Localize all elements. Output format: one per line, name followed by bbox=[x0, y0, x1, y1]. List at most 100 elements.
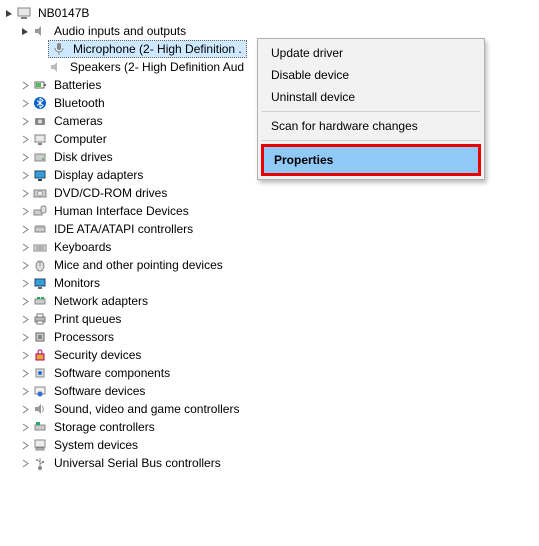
node-label: Universal Serial Bus controllers bbox=[52, 455, 223, 471]
keyboard-icon bbox=[32, 239, 48, 255]
expand-arrow-closed[interactable] bbox=[18, 366, 32, 380]
root-label: NB0147B bbox=[36, 5, 91, 21]
expand-arrow-closed[interactable] bbox=[18, 204, 32, 218]
expand-arrow-closed[interactable] bbox=[18, 384, 32, 398]
node-label: System devices bbox=[52, 437, 140, 453]
node-label: IDE ATA/ATAPI controllers bbox=[52, 221, 195, 237]
battery-icon bbox=[32, 77, 48, 93]
tree-node-mice[interactable]: Mice and other pointing devices bbox=[0, 256, 539, 274]
computer-icon bbox=[16, 5, 32, 21]
tree-node-dvd[interactable]: DVD/CD-ROM drives bbox=[0, 184, 539, 202]
expand-arrow-closed[interactable] bbox=[18, 96, 32, 110]
node-label: Audio inputs and outputs bbox=[52, 23, 188, 39]
tree-node-hid[interactable]: Human Interface Devices bbox=[0, 202, 539, 220]
computer-icon bbox=[32, 131, 48, 147]
tree-node-print[interactable]: Print queues bbox=[0, 310, 539, 328]
node-label: Human Interface Devices bbox=[52, 203, 191, 219]
security-icon bbox=[32, 347, 48, 363]
menu-scan-hardware[interactable]: Scan for hardware changes bbox=[261, 115, 481, 137]
highlight-box: Properties bbox=[261, 144, 481, 176]
menu-separator bbox=[262, 111, 480, 112]
node-label: Display adapters bbox=[52, 167, 145, 183]
expand-arrow-closed[interactable] bbox=[18, 168, 32, 182]
leaf-label: Speakers (2- High Definition Aud bbox=[68, 59, 246, 75]
node-label: Computer bbox=[52, 131, 109, 147]
printer-icon bbox=[32, 311, 48, 327]
node-label: Software devices bbox=[52, 383, 147, 399]
expand-arrow-closed[interactable] bbox=[18, 222, 32, 236]
node-label: Cameras bbox=[52, 113, 105, 129]
node-label: Print queues bbox=[52, 311, 123, 327]
expand-arrow-closed[interactable] bbox=[18, 330, 32, 344]
usb-icon bbox=[32, 455, 48, 471]
camera-icon bbox=[32, 113, 48, 129]
expand-arrow-closed[interactable] bbox=[18, 294, 32, 308]
node-label: Network adapters bbox=[52, 293, 150, 309]
expand-arrow-closed[interactable] bbox=[18, 276, 32, 290]
storage-icon bbox=[32, 419, 48, 435]
component-icon bbox=[32, 365, 48, 381]
expand-arrow-closed[interactable] bbox=[18, 186, 32, 200]
ide-icon bbox=[32, 221, 48, 237]
node-label: Processors bbox=[52, 329, 116, 345]
mouse-icon bbox=[32, 257, 48, 273]
tree-node-sound[interactable]: Sound, video and game controllers bbox=[0, 400, 539, 418]
tree-node-storage[interactable]: Storage controllers bbox=[0, 418, 539, 436]
expand-arrow-closed[interactable] bbox=[18, 132, 32, 146]
tree-node-usb[interactable]: Universal Serial Bus controllers bbox=[0, 454, 539, 472]
expand-arrow-open[interactable] bbox=[2, 6, 16, 20]
node-label: Bluetooth bbox=[52, 95, 107, 111]
cpu-icon bbox=[32, 329, 48, 345]
node-label: Software components bbox=[52, 365, 172, 381]
expand-arrow-closed[interactable] bbox=[18, 78, 32, 92]
node-label: Security devices bbox=[52, 347, 143, 363]
node-label: DVD/CD-ROM drives bbox=[52, 185, 169, 201]
sound-icon bbox=[32, 401, 48, 417]
node-label: Mice and other pointing devices bbox=[52, 257, 225, 273]
display-adapter-icon bbox=[32, 167, 48, 183]
expand-arrow-open[interactable] bbox=[18, 24, 32, 38]
expand-arrow-closed[interactable] bbox=[18, 240, 32, 254]
hid-icon bbox=[32, 203, 48, 219]
microphone-icon bbox=[51, 41, 67, 57]
expand-arrow-closed[interactable] bbox=[18, 114, 32, 128]
monitor-icon bbox=[32, 275, 48, 291]
expand-arrow-closed[interactable] bbox=[18, 438, 32, 452]
tree-node-network[interactable]: Network adapters bbox=[0, 292, 539, 310]
tree-root[interactable]: NB0147B bbox=[0, 4, 539, 22]
menu-properties[interactable]: Properties bbox=[264, 147, 478, 173]
expand-arrow-closed[interactable] bbox=[18, 150, 32, 164]
expand-arrow-closed[interactable] bbox=[18, 258, 32, 272]
tree-node-security[interactable]: Security devices bbox=[0, 346, 539, 364]
system-icon bbox=[32, 437, 48, 453]
leaf-label: Microphone (2- High Definition . bbox=[71, 41, 244, 57]
menu-separator bbox=[262, 140, 480, 141]
disk-icon bbox=[32, 149, 48, 165]
expand-arrow-closed[interactable] bbox=[18, 456, 32, 470]
tree-node-software-components[interactable]: Software components bbox=[0, 364, 539, 382]
software-device-icon bbox=[32, 383, 48, 399]
bluetooth-icon bbox=[32, 95, 48, 111]
expand-arrow-closed[interactable] bbox=[18, 348, 32, 362]
node-label: Monitors bbox=[52, 275, 102, 291]
dvd-icon bbox=[32, 185, 48, 201]
node-label: Keyboards bbox=[52, 239, 113, 255]
node-label: Sound, video and game controllers bbox=[52, 401, 241, 417]
tree-node-software-devices[interactable]: Software devices bbox=[0, 382, 539, 400]
node-label: Storage controllers bbox=[52, 419, 157, 435]
menu-uninstall-device[interactable]: Uninstall device bbox=[261, 86, 481, 108]
menu-disable-device[interactable]: Disable device bbox=[261, 64, 481, 86]
node-label: Disk drives bbox=[52, 149, 115, 165]
tree-node-keyboards[interactable]: Keyboards bbox=[0, 238, 539, 256]
expand-arrow-closed[interactable] bbox=[18, 402, 32, 416]
speaker-icon bbox=[32, 23, 48, 39]
expand-arrow-closed[interactable] bbox=[18, 312, 32, 326]
speaker-icon bbox=[48, 59, 64, 75]
menu-update-driver[interactable]: Update driver bbox=[261, 42, 481, 64]
tree-node-ide[interactable]: IDE ATA/ATAPI controllers bbox=[0, 220, 539, 238]
tree-node-processors[interactable]: Processors bbox=[0, 328, 539, 346]
node-label: Batteries bbox=[52, 77, 103, 93]
expand-arrow-closed[interactable] bbox=[18, 420, 32, 434]
tree-node-monitors[interactable]: Monitors bbox=[0, 274, 539, 292]
tree-node-system[interactable]: System devices bbox=[0, 436, 539, 454]
